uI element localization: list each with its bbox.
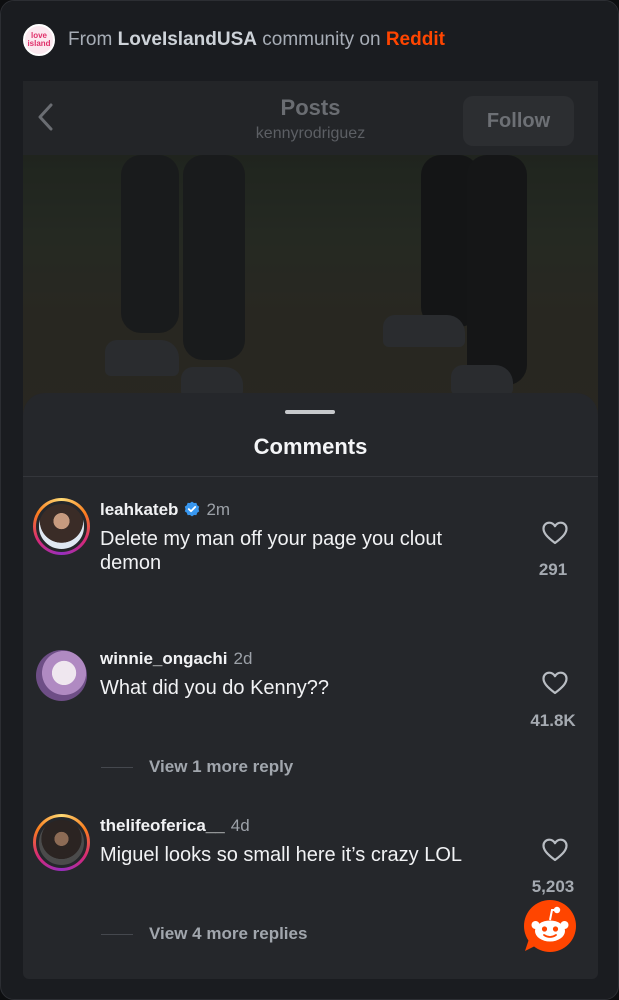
- community-avatar[interactable]: love island: [23, 24, 55, 56]
- comment-time: 2d: [233, 649, 253, 668]
- platform-name[interactable]: Reddit: [386, 29, 445, 50]
- embed-frame: love island From LoveIslandUSA community…: [0, 0, 619, 1000]
- comment-header: winnie_ongachi 2d: [100, 649, 252, 669]
- comment-time: 4d: [230, 816, 250, 835]
- source-bar[interactable]: love island From LoveIslandUSA community…: [1, 1, 618, 79]
- divider: [101, 933, 133, 935]
- reddit-snoo-icon[interactable]: [523, 899, 577, 953]
- community-name[interactable]: LoveIslandUSA: [118, 29, 257, 50]
- source-prefix: From: [68, 29, 113, 50]
- follow-button[interactable]: Follow: [463, 96, 574, 146]
- comment-username[interactable]: leahkateb: [100, 500, 178, 519]
- comment-username[interactable]: thelifeoferica__: [100, 816, 225, 835]
- view-replies-button[interactable]: View 1 more reply: [101, 757, 293, 777]
- comment-text: Miguel looks so small here it’s crazy LO…: [100, 844, 462, 866]
- avatar[interactable]: [33, 647, 90, 704]
- like-count: 5,203: [531, 877, 575, 896]
- view-replies-label: View 4 more replies: [149, 924, 308, 943]
- comments-sheet: Comments leahkateb 2m Delete my man off y…: [23, 393, 598, 979]
- heart-icon[interactable]: [541, 670, 569, 696]
- avatar[interactable]: [33, 814, 90, 871]
- like-count: 41.8K: [530, 711, 576, 730]
- view-replies-label: View 1 more reply: [149, 757, 294, 776]
- sheet-grabber[interactable]: [285, 410, 335, 414]
- heart-icon[interactable]: [541, 520, 569, 546]
- verified-badge-icon: [184, 501, 200, 522]
- post-header: Posts kennyrodriguez Follow: [23, 81, 598, 155]
- post-area: Posts kennyrodriguez Follow: [23, 81, 598, 441]
- like-count: 291: [538, 560, 568, 579]
- heart-icon[interactable]: [541, 837, 569, 863]
- source-text: From LoveIslandUSA community on Reddit: [68, 29, 445, 51]
- comment-username[interactable]: winnie_ongachi: [100, 649, 228, 668]
- view-replies-button[interactable]: View 4 more replies: [101, 924, 307, 944]
- comment-time: 2m: [206, 500, 231, 519]
- divider: [23, 476, 598, 477]
- comment-text: Delete my man off your page you clout de…: [100, 528, 443, 574]
- community-logo-text-2: island: [27, 39, 51, 48]
- comments-title: Comments: [253, 434, 368, 459]
- comment-header: thelifeoferica__ 4d: [100, 816, 250, 836]
- avatar[interactable]: [33, 498, 90, 555]
- source-middle: community on: [262, 29, 381, 50]
- comment-text: What did you do Kenny??: [100, 677, 330, 699]
- comment-header: leahkateb 2m: [100, 500, 230, 522]
- divider: [101, 766, 133, 768]
